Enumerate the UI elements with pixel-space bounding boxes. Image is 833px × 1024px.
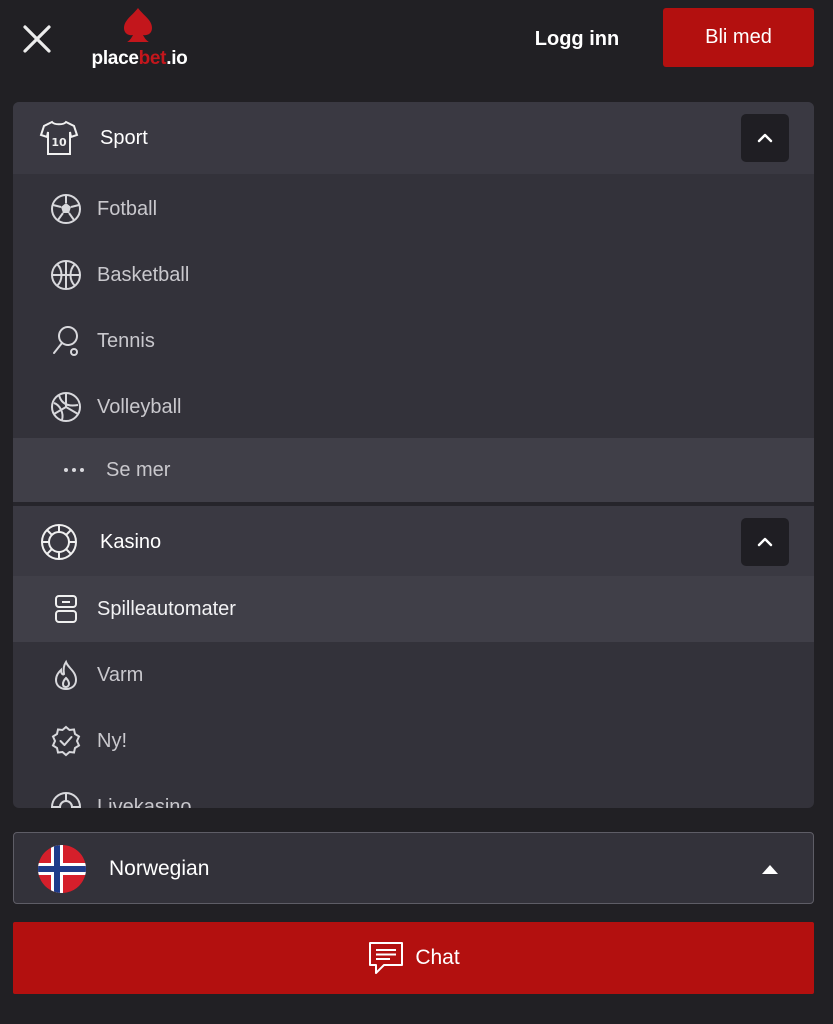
- join-button[interactable]: Bli med: [663, 8, 814, 67]
- svg-text:10: 10: [51, 136, 67, 149]
- jersey-icon: 10: [39, 118, 79, 158]
- new-badge-icon: [49, 724, 83, 758]
- sport-item-label: Se mer: [106, 458, 171, 481]
- more-dots-icon: [57, 453, 91, 487]
- sport-item-see-more[interactable]: Se mer: [13, 438, 814, 502]
- chevron-up-icon: [757, 133, 773, 143]
- sport-item-basketball[interactable]: Basketball: [13, 242, 814, 308]
- close-icon: [23, 25, 51, 53]
- casino-item-new[interactable]: Ny!: [13, 708, 814, 774]
- sport-section-label: Sport: [100, 126, 148, 149]
- spade-logo-icon: [124, 8, 152, 42]
- casino-chip-icon: [39, 522, 79, 562]
- casino-item-live[interactable]: Livekasino: [13, 774, 814, 808]
- sport-item-fotball[interactable]: Fotball: [13, 176, 814, 242]
- chat-bubble-icon: [367, 940, 405, 976]
- casino-section-header[interactable]: Kasino: [13, 506, 814, 578]
- sport-item-label: Volleyball: [97, 395, 182, 418]
- close-menu-button[interactable]: [18, 20, 56, 58]
- sport-item-label: Basketball: [97, 263, 190, 286]
- chevron-up-icon: [757, 537, 773, 547]
- sport-item-label: Tennis: [97, 329, 155, 352]
- language-select[interactable]: Norwegian: [13, 832, 814, 904]
- slot-machine-icon: [49, 592, 83, 626]
- top-bar: placebet.io Logg inn Bli med: [0, 0, 833, 80]
- casino-collapse-button[interactable]: [741, 518, 789, 566]
- sport-section-header[interactable]: 10 Sport: [13, 102, 814, 174]
- casino-item-label: Ny!: [97, 729, 127, 752]
- roulette-icon: [49, 790, 83, 808]
- norway-flag-icon: [38, 845, 86, 893]
- casino-item-label: Spilleautomater: [97, 597, 236, 620]
- basketball-icon: [49, 258, 83, 292]
- casino-item-hot[interactable]: Varm: [13, 642, 814, 708]
- caret-up-icon: [761, 862, 779, 880]
- chat-button[interactable]: Chat: [13, 922, 814, 994]
- casino-item-label: Varm: [97, 663, 144, 686]
- football-icon: [49, 192, 83, 226]
- language-label: Norwegian: [109, 857, 210, 880]
- sport-item-tennis[interactable]: Tennis: [13, 308, 814, 374]
- casino-item-slots[interactable]: Spilleautomater: [13, 576, 814, 642]
- logo-wordmark: placebet.io: [91, 48, 188, 69]
- casino-section-label: Kasino: [100, 530, 162, 553]
- volleyball-icon: [49, 390, 83, 424]
- sport-item-label: Fotball: [97, 197, 158, 220]
- chat-label: Chat: [415, 946, 460, 969]
- login-link[interactable]: Logg inn: [518, 22, 636, 56]
- tennis-racket-icon: [49, 324, 83, 358]
- navigation-menu[interactable]: 10 Sport Fotball Basketball Tennis Volle…: [13, 102, 814, 808]
- flame-icon: [49, 658, 83, 692]
- sport-collapse-button[interactable]: [741, 114, 789, 162]
- placebet-logo[interactable]: placebet.io: [82, 6, 197, 70]
- sport-item-volleyball[interactable]: Volleyball: [13, 374, 814, 440]
- casino-item-label: Livekasino: [97, 795, 192, 809]
